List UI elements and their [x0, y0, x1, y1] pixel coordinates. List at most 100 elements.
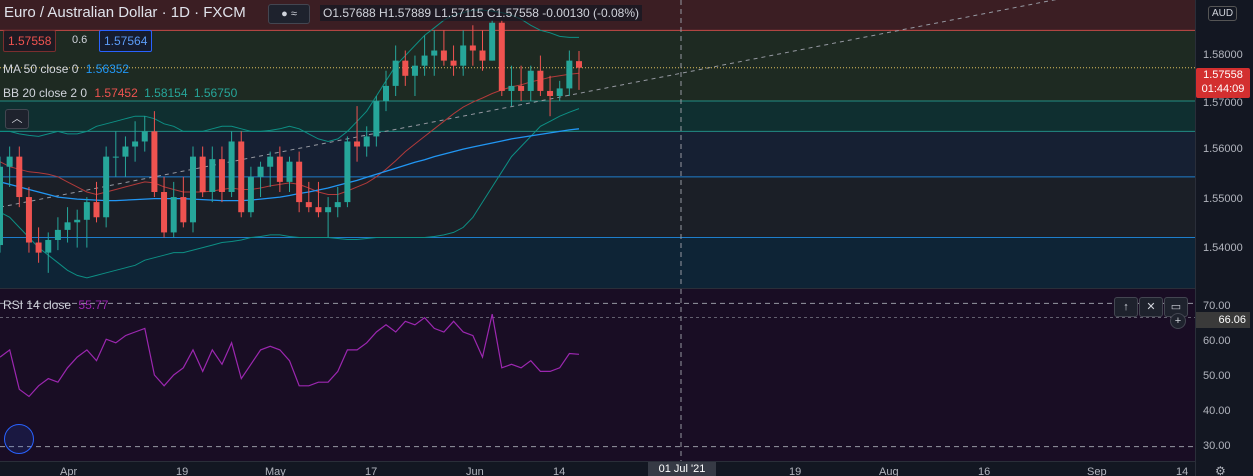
time-tick: Apr: [60, 466, 78, 476]
rsi-value: 55.77: [78, 298, 109, 312]
time-tick: 14: [553, 466, 566, 476]
price-tick: 1.58000: [1203, 49, 1243, 61]
candle-body: [392, 60, 399, 86]
candle-body: [132, 141, 139, 147]
time-tick: 17: [365, 466, 378, 476]
candle-body: [141, 131, 148, 142]
price-tick: 1.55000: [1203, 193, 1243, 205]
candle-body: [556, 88, 563, 96]
bar-countdown: 01:44:09: [1201, 83, 1245, 95]
collapse-legend-icon[interactable]: ︿: [5, 109, 29, 129]
candle-body: [440, 50, 447, 61]
candle-body: [74, 219, 81, 223]
ohlc-values: O1.57688 H1.57889 L1.57115 C1.57558 -0.0…: [320, 5, 643, 21]
candle-body: [383, 85, 389, 102]
candle-body: [421, 55, 428, 66]
sell-price-button[interactable]: 1.57558: [3, 30, 57, 52]
candle-body: [180, 197, 187, 223]
candle-body: [402, 60, 409, 76]
price-zone-band: [0, 131, 1195, 177]
add-icon[interactable]: +: [1170, 313, 1186, 329]
candle-body: [450, 60, 457, 66]
crosshair-date-label: 01 Jul '21: [648, 462, 716, 476]
candle-body: [344, 141, 351, 203]
candle-body: [93, 202, 100, 218]
candle-body: [566, 60, 573, 89]
candle-body: [16, 156, 23, 198]
rsi-tick: 60.00: [1203, 335, 1231, 347]
time-tick: 14: [1176, 466, 1189, 476]
candle-body: [0, 166, 3, 246]
current-price: 1.57558: [1203, 69, 1243, 81]
ma-legend[interactable]: MA 50 close 0 1.56352: [3, 62, 129, 76]
candle-body: [122, 146, 129, 157]
candle-body: [190, 156, 196, 223]
candle-body: [460, 45, 467, 66]
currency-badge[interactable]: AUD: [1208, 6, 1238, 21]
buy-price-button[interactable]: 1.57564: [99, 30, 153, 52]
candle-body: [334, 202, 341, 208]
candle-body: [247, 176, 254, 213]
candle-body: [498, 22, 505, 91]
eye-icon[interactable]: ● ≈: [268, 4, 310, 24]
rsi-tick: 40.00: [1203, 405, 1231, 417]
price-tick: 1.56000: [1203, 143, 1243, 155]
candle-body: [576, 61, 582, 68]
symbol-title[interactable]: Euro / Australian Dollar · 1D · FXCM: [4, 4, 246, 21]
price-zone-band: [0, 176, 1195, 238]
spread-value: 0.6: [72, 34, 88, 46]
candle-body: [373, 101, 380, 137]
candle-body: [199, 156, 206, 192]
candle-body: [257, 166, 264, 177]
rsi-tick: 70.00: [1203, 300, 1231, 312]
time-tick: Jun: [466, 466, 484, 476]
time-tick: 19: [176, 466, 189, 476]
rsi-chart-pane[interactable]: [0, 289, 1195, 461]
candle-body: [218, 159, 225, 192]
price-tick: 1.57000: [1203, 97, 1243, 109]
candle-body: [103, 156, 110, 218]
bb-legend[interactable]: BB 20 close 2 0 1.57452 1.58154 1.56750: [3, 86, 237, 100]
candle-body: [411, 65, 418, 76]
move-pane-up-icon[interactable]: ↑: [1114, 297, 1138, 317]
bb-label: BB 20 close 2 0: [3, 86, 88, 100]
ma-value: 1.56352: [85, 62, 130, 76]
trading-chart-app: Euro / Australian Dollar · 1D · FXCM ● ≈…: [0, 0, 1253, 476]
candle-body: [547, 90, 554, 96]
candle-body: [325, 207, 332, 213]
candle-body: [527, 70, 534, 91]
rsi-legend[interactable]: RSI 14 close 55.77: [3, 298, 108, 312]
price-chart-pane[interactable]: [0, 0, 1195, 288]
rsi-label: RSI 14 close: [3, 298, 72, 312]
candle-body: [305, 202, 312, 208]
candle-body: [296, 161, 303, 203]
candle-body: [6, 156, 13, 167]
close-pane-icon[interactable]: ✕: [1139, 297, 1163, 317]
time-tick: May: [265, 466, 286, 476]
candle-body: [112, 156, 119, 158]
current-price-label: 1.57558 01:44:09: [1196, 68, 1250, 98]
price-zone-band: [0, 101, 1195, 132]
bb-lower-value: 1.56750: [193, 86, 238, 100]
candle-body: [315, 207, 322, 213]
candle-body: [489, 22, 496, 61]
bb-upper-value: 1.58154: [144, 86, 188, 100]
candle-body: [45, 240, 52, 253]
candle-body: [54, 229, 61, 240]
candle-body: [508, 85, 515, 91]
pane-separator[interactable]: [0, 288, 1253, 289]
candle-body: [161, 192, 168, 233]
candle-body: [354, 141, 361, 147]
price-tick: 1.54000: [1203, 242, 1243, 254]
candle-body: [170, 197, 177, 233]
time-tick: 19: [789, 466, 802, 476]
candle-body: [35, 242, 42, 253]
time-tick: 16: [978, 466, 991, 476]
rsi-line: [0, 313, 580, 398]
settings-gear-icon[interactable]: ⚙: [1215, 464, 1226, 476]
rsi-tick: 50.00: [1203, 370, 1231, 382]
candle-body: [64, 222, 71, 230]
candle-body: [431, 50, 438, 56]
tradingview-logo[interactable]: [4, 424, 34, 454]
candle-body: [151, 131, 158, 192]
